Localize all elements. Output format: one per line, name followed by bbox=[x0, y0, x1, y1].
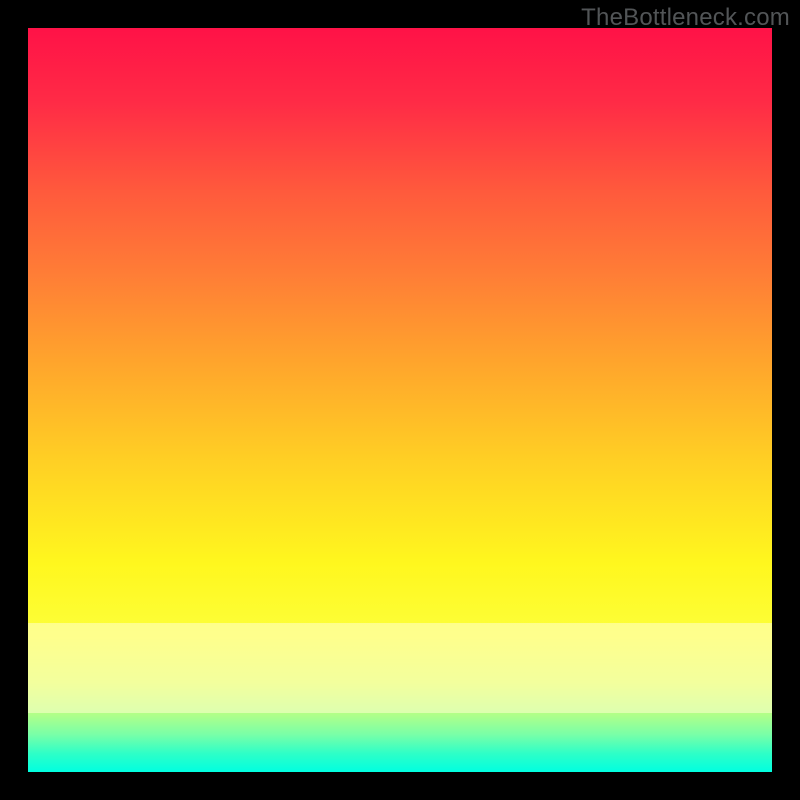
chart-highlight-band bbox=[28, 623, 772, 713]
chart-plot-area bbox=[28, 28, 772, 772]
